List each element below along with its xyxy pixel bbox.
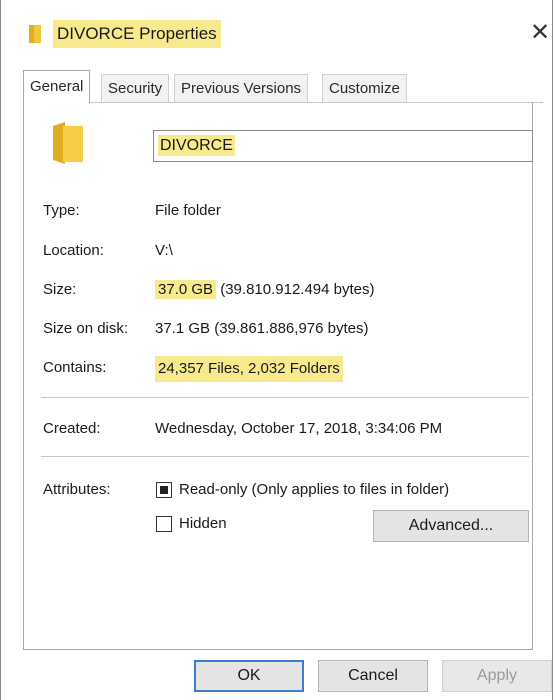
contains-label: Contains: — [43, 359, 107, 376]
ok-button[interactable]: OK — [194, 660, 304, 692]
properties-dialog: DIVORCE Properties ✕ General Security Pr… — [0, 0, 553, 700]
advanced-button[interactable]: Advanced... — [373, 510, 529, 542]
size-on-disk-label: Size on disk: — [43, 320, 129, 337]
size-value-wrap: 37.0 GB (39.810.912.494 bytes) — [155, 278, 375, 302]
size-bytes: (39.810.912.494 bytes) — [220, 281, 375, 298]
tab-security[interactable]: Security — [101, 74, 170, 102]
hidden-label[interactable]: Hidden — [179, 512, 227, 536]
readonly-label[interactable]: Read-only (Only applies to files in fold… — [179, 478, 449, 502]
size-on-disk-value: 37.1 GB (39.861.886,976 bytes) — [155, 320, 369, 337]
folder-name-text: DIVORCE — [158, 135, 235, 156]
window-title: DIVORCE Properties — [53, 20, 221, 48]
location-value: V:\ — [155, 242, 173, 259]
close-button[interactable]: ✕ — [529, 21, 551, 45]
contains-value: 24,357 Files, 2,032 Folders — [155, 356, 343, 382]
type-label: Type: — [43, 202, 80, 219]
location-label: Location: — [43, 242, 104, 259]
readonly-checkbox[interactable] — [156, 482, 172, 498]
hidden-checkbox[interactable] — [156, 516, 172, 532]
folder-icon — [29, 25, 41, 43]
tab-strip: General Security Previous Versions Custo… — [23, 70, 543, 103]
tab-previous-versions[interactable]: Previous Versions — [174, 74, 309, 102]
indeterminate-mark — [160, 486, 168, 494]
divider — [41, 456, 529, 457]
size-value: 37.0 GB — [155, 280, 217, 299]
apply-button[interactable]: Apply — [442, 660, 552, 692]
title-bar[interactable]: DIVORCE Properties ✕ — [1, 0, 552, 66]
size-label: Size: — [43, 281, 77, 298]
tab-general[interactable]: General — [23, 70, 91, 103]
folder-name-input[interactable]: DIVORCE — [153, 130, 533, 162]
attributes-label: Attributes: — [43, 481, 111, 498]
created-label: Created: — [43, 420, 101, 437]
cancel-button[interactable]: Cancel — [318, 660, 428, 692]
divider — [41, 397, 529, 398]
tab-customize[interactable]: Customize — [322, 74, 407, 102]
folder-icon — [53, 122, 83, 164]
type-value: File folder — [155, 202, 221, 219]
created-value: Wednesday, October 17, 2018, 3:34:06 PM — [155, 420, 443, 437]
